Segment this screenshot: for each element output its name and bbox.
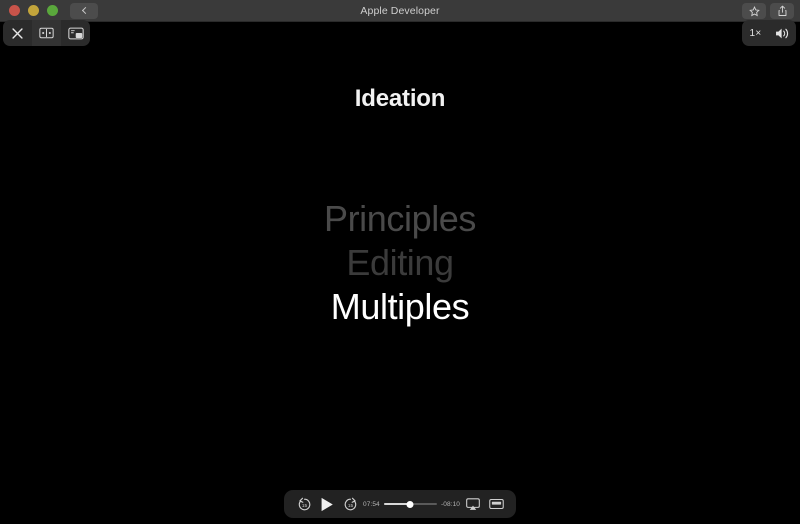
play-button[interactable] [315, 493, 339, 515]
star-icon [748, 5, 760, 16]
agenda-item-principles: Principles [323, 198, 477, 239]
traffic-lights [0, 5, 58, 16]
skip-forward-15-icon: 15 [344, 497, 356, 510]
window-title: Apple Developer [360, 4, 440, 17]
volume-high-icon [775, 28, 788, 38]
skip-forward-button[interactable]: 15 [339, 493, 361, 515]
chevron-left-icon [81, 6, 89, 15]
player-top-right-controls: 1× [742, 20, 796, 46]
current-time-label: 07:54 [363, 500, 380, 508]
slide-title: Ideation [354, 85, 446, 112]
chapters-icon [39, 27, 54, 39]
remaining-time-label: -08:10 [440, 500, 460, 508]
picture-in-picture-button[interactable] [61, 20, 90, 46]
minimize-window-button[interactable] [28, 5, 39, 16]
progress-handle[interactable] [406, 500, 414, 508]
svg-text:15: 15 [347, 503, 353, 508]
app-window: Apple Developer Ideation Principles Edit… [0, 0, 800, 524]
close-window-button[interactable] [9, 5, 20, 16]
slide-agenda-list: Principles Editing Multiples [0, 197, 800, 329]
favorite-button[interactable] [742, 3, 766, 19]
close-x-icon [12, 27, 23, 39]
progress-scrubber[interactable] [383, 498, 437, 510]
close-player-button[interactable] [3, 20, 32, 46]
player-control-bar: 15 15 07:54 -08:10 [284, 490, 516, 518]
titlebar-actions [742, 3, 794, 19]
fullscreen-button[interactable] [485, 493, 507, 515]
share-icon [778, 5, 786, 16]
picture-in-picture-icon [67, 27, 84, 39]
fullscreen-icon [488, 498, 504, 510]
svg-text:15: 15 [301, 503, 307, 508]
back-button[interactable] [70, 2, 98, 19]
agenda-item-multiples: Multiples [330, 286, 470, 327]
volume-button[interactable] [769, 20, 796, 46]
playback-speed-button[interactable]: 1× [742, 20, 769, 46]
airplay-button[interactable] [463, 493, 483, 515]
skip-backward-button[interactable]: 15 [293, 493, 315, 515]
player-top-left-controls [3, 20, 90, 46]
video-player-surface[interactable]: Ideation Principles Editing Multiples [0, 22, 800, 524]
zoom-window-button[interactable] [47, 5, 58, 16]
window-titlebar: Apple Developer [0, 0, 800, 22]
share-button[interactable] [770, 3, 794, 19]
airplay-icon [466, 497, 480, 510]
play-icon [321, 497, 333, 511]
agenda-item-editing: Editing [346, 242, 454, 283]
skip-back-15-icon: 15 [298, 497, 310, 510]
chapters-button[interactable] [32, 20, 61, 46]
